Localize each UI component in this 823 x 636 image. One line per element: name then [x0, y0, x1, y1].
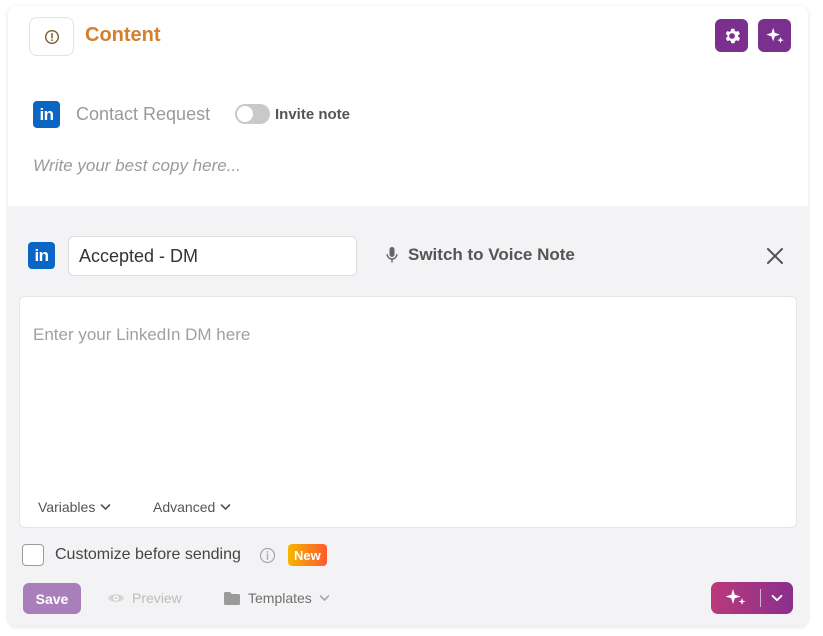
linkedin-icon: in — [28, 242, 55, 269]
preview-label: Preview — [132, 590, 182, 606]
dm-editor: Variables Advanced — [19, 296, 797, 528]
header-icon-box — [29, 17, 74, 56]
save-button[interactable]: Save — [23, 583, 81, 614]
sparkles-icon — [765, 27, 784, 43]
templates-label: Templates — [248, 590, 312, 606]
close-icon — [767, 248, 783, 264]
chevron-down-icon — [220, 504, 231, 510]
ai-generate-button[interactable] — [711, 582, 760, 614]
linkedin-icon: in — [33, 101, 60, 128]
voice-note-label: Switch to Voice Note — [408, 245, 575, 264]
preview-button[interactable]: Preview — [107, 588, 182, 608]
folder-icon — [224, 591, 240, 605]
eye-icon — [108, 594, 124, 602]
gear-icon — [725, 28, 740, 43]
invite-note-toggle[interactable] — [235, 104, 270, 124]
toggle-knob — [237, 106, 253, 122]
step-name-input[interactable] — [68, 236, 357, 276]
customize-label: Customize before sending — [55, 546, 241, 563]
close-button[interactable] — [762, 243, 788, 269]
dm-textarea[interactable] — [20, 297, 796, 477]
copy-input[interactable]: Write your best copy here... — [33, 156, 241, 176]
info-icon[interactable] — [259, 547, 276, 564]
content-card: Content in Contact Request Invite note W… — [8, 6, 808, 626]
microphone-icon — [386, 247, 398, 263]
variables-dropdown[interactable]: Variables — [38, 497, 111, 517]
switch-to-voice-note-button[interactable]: Switch to Voice Note — [386, 243, 575, 267]
customize-checkbox[interactable] — [22, 544, 44, 566]
advanced-label: Advanced — [153, 499, 216, 515]
settings-button[interactable] — [715, 19, 748, 52]
chevron-down-icon — [101, 504, 111, 510]
contact-request-label: Contact Request — [76, 104, 211, 124]
advanced-dropdown[interactable]: Advanced — [153, 497, 231, 517]
templates-dropdown[interactable]: Templates — [223, 588, 330, 608]
variables-label: Variables — [38, 499, 96, 515]
contact-request-section: Content in Contact Request Invite note W… — [8, 6, 808, 206]
alert-circle-icon — [44, 29, 59, 44]
chevron-down-icon — [319, 595, 330, 601]
sparkles-icon — [725, 589, 745, 605]
ai-options-button[interactable] — [761, 582, 793, 614]
ai-generate-split-button — [711, 582, 793, 614]
page-title: Content — [85, 24, 161, 46]
invite-note-label: Invite note — [275, 106, 351, 123]
chevron-down-icon — [771, 594, 783, 602]
new-badge: New — [288, 544, 327, 566]
ai-magic-button[interactable] — [758, 19, 791, 52]
